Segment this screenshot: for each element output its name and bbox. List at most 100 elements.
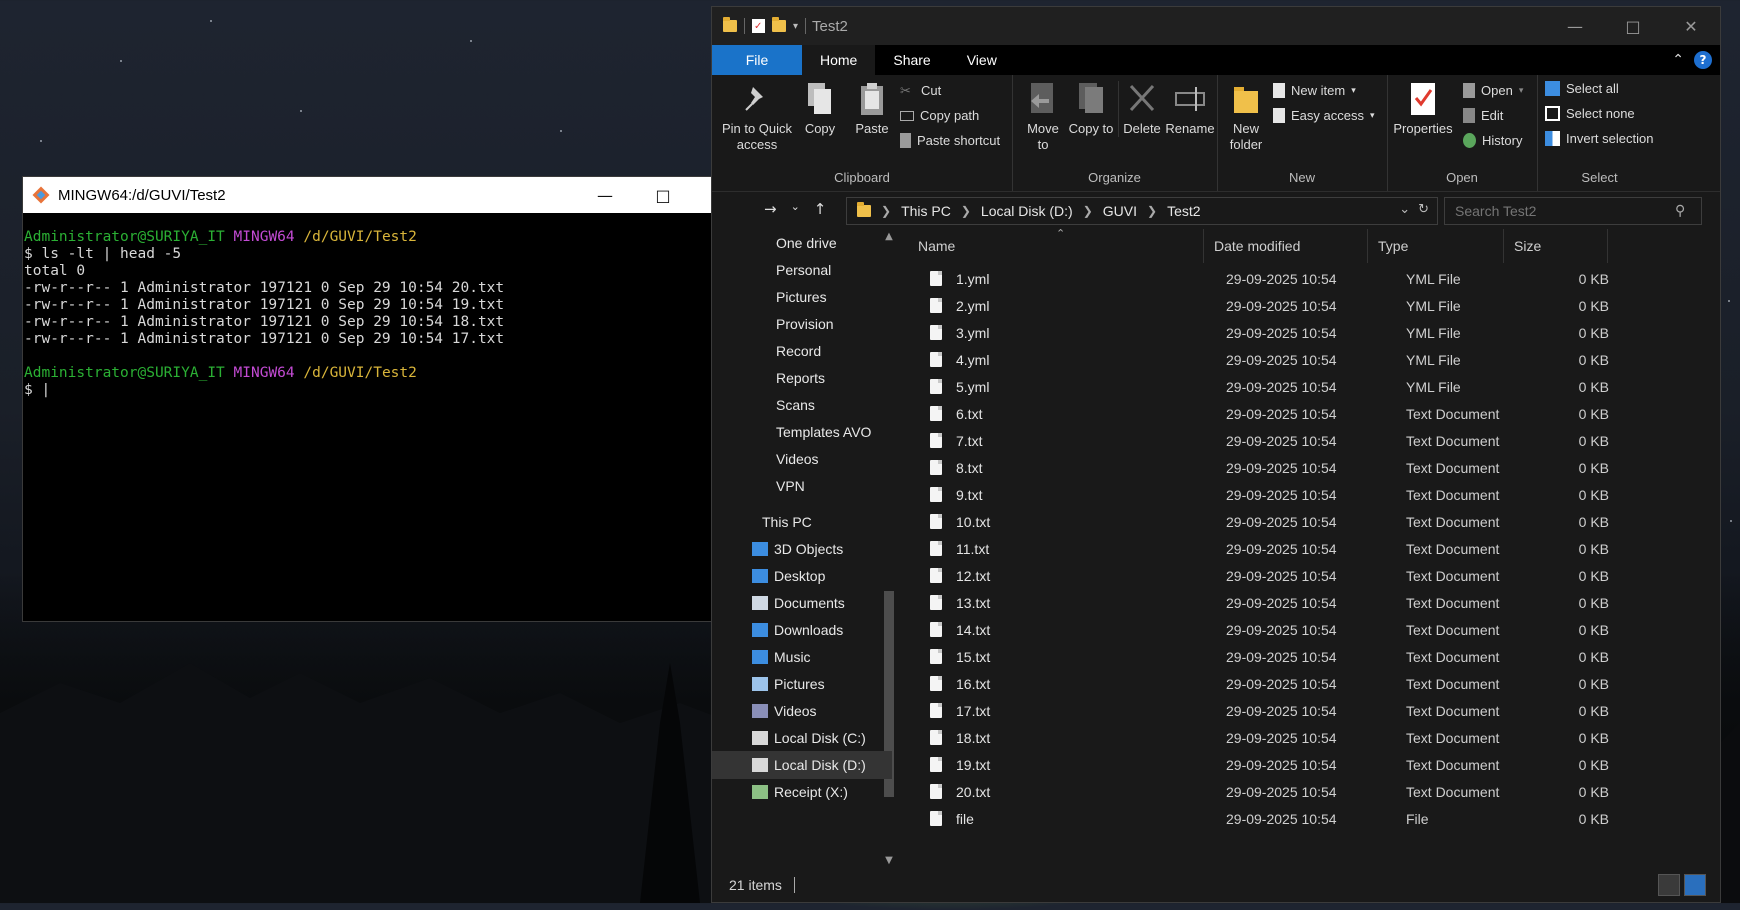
crumb-test2[interactable]: Test2 [1167, 203, 1200, 219]
table-row[interactable]: 3.yml 29-09-2025 10:54 YML File 0 KB [908, 319, 1720, 346]
explorer-titlebar[interactable]: ✓ ▾ Test2 — □ ✕ [712, 7, 1720, 45]
nav-item[interactable]: One drive [712, 229, 892, 257]
nav-item[interactable]: Provision [712, 310, 892, 338]
new-folder-quick-icon[interactable] [772, 17, 786, 32]
collapse-ribbon-icon[interactable]: ⌃ [1672, 52, 1684, 68]
table-row[interactable]: 18.txt 29-09-2025 10:54 Text Document 0 KB [908, 724, 1720, 751]
delete-button[interactable]: Delete [1118, 81, 1165, 137]
edit-button[interactable]: Edit [1463, 108, 1503, 123]
table-row[interactable]: 19.txt 29-09-2025 10:54 Text Document 0 KB [908, 751, 1720, 778]
table-row[interactable]: 13.txt 29-09-2025 10:54 Text Document 0 KB [908, 589, 1720, 616]
search-icon[interactable]: ⚲ [1675, 203, 1685, 219]
new-item-button[interactable]: New item ▾ [1273, 83, 1356, 98]
copy-to-button[interactable]: Copy to [1068, 81, 1114, 137]
table-row[interactable]: 6.txt 29-09-2025 10:54 Text Document 0 KB [908, 400, 1720, 427]
nav-item[interactable]: Desktop [712, 562, 892, 590]
easy-access-button[interactable]: Easy access ▾ [1273, 108, 1375, 123]
nav-item[interactable]: Local Disk (C:) [712, 724, 892, 752]
table-row[interactable]: 7.txt 29-09-2025 10:54 Text Document 0 KB [908, 427, 1720, 454]
nav-item[interactable]: Reports [712, 364, 892, 392]
crumb-local-disk-d[interactable]: Local Disk (D:) [981, 203, 1073, 219]
nav-item[interactable]: Local Disk (D:) [712, 751, 892, 779]
crumb-guvi[interactable]: GUVI [1103, 203, 1137, 219]
large-icons-view-icon[interactable] [1684, 874, 1706, 896]
maximize-button[interactable]: □ [1604, 7, 1662, 45]
address-dropdown-icon[interactable]: ⌄ [1399, 202, 1410, 217]
nav-item[interactable]: Pictures [712, 670, 892, 698]
address-bar[interactable]: ❯ This PC ❯ Local Disk (D:) ❯ GUVI ❯ Tes… [846, 197, 1438, 225]
tab-share[interactable]: Share [875, 45, 948, 75]
tab-file[interactable]: File [712, 45, 802, 75]
copy-button[interactable]: Copy [796, 81, 844, 137]
nav-item[interactable]: Documents [712, 589, 892, 617]
table-row[interactable]: 5.yml 29-09-2025 10:54 YML File 0 KB [908, 373, 1720, 400]
new-folder-button[interactable]: New folder [1223, 81, 1269, 153]
details-view-icon[interactable] [1658, 874, 1680, 896]
search-box[interactable]: ⚲ [1444, 197, 1702, 225]
invert-selection-button[interactable]: Invert selection [1545, 131, 1653, 146]
crumb-this-pc[interactable]: This PC [901, 203, 951, 219]
table-row[interactable]: 14.txt 29-09-2025 10:54 Text Document 0 KB [908, 616, 1720, 643]
terminal-titlebar[interactable]: MINGW64:/d/GUVI/Test2 — □ ✕ [23, 177, 750, 213]
scroll-down-icon[interactable]: ▼ [882, 855, 896, 866]
nav-item[interactable]: Music [712, 643, 892, 671]
open-button[interactable]: Open ▾ [1463, 83, 1523, 98]
nav-item[interactable]: VPN [712, 472, 892, 500]
properties-button[interactable]: Properties [1391, 81, 1455, 137]
explorer-window[interactable]: ✓ ▾ Test2 — □ ✕ File Home Share View ⌃ ?… [711, 6, 1721, 903]
table-row[interactable]: 11.txt 29-09-2025 10:54 Text Document 0 KB [908, 535, 1720, 562]
navigation-pane[interactable]: ▲ ▼ One drive Personal Pictures Provision Re… [712, 229, 908, 868]
tab-view[interactable]: View [949, 45, 1015, 75]
table-row[interactable]: 15.txt 29-09-2025 10:54 Text Document 0 KB [908, 643, 1720, 670]
table-row[interactable]: 9.txt 29-09-2025 10:54 Text Document 0 KB [908, 481, 1720, 508]
column-header-name[interactable]: Name ⌃ [908, 228, 1204, 263]
close-button[interactable]: ✕ [1662, 7, 1720, 45]
table-row[interactable]: 10.txt 29-09-2025 10:54 Text Document 0 KB [908, 508, 1720, 535]
nav-item[interactable]: Personal [712, 256, 892, 284]
pin-quick-access-button[interactable]: Pin to Quick access [720, 81, 794, 153]
cursor-prompt[interactable]: $ | [24, 382, 50, 398]
nav-item[interactable]: Record [712, 337, 892, 365]
table-row[interactable]: 8.txt 29-09-2025 10:54 Text Document 0 KB [908, 454, 1720, 481]
select-all-button[interactable]: Select all [1545, 81, 1619, 96]
refresh-icon[interactable]: ↻ [1418, 202, 1429, 217]
cut-button[interactable]: ✂ Cut [900, 83, 941, 98]
paste-shortcut-button[interactable]: Paste shortcut [900, 133, 1000, 148]
maximize-button[interactable]: □ [634, 177, 692, 213]
nav-item[interactable]: Downloads [712, 616, 892, 644]
nav-item[interactable]: Receipt (X:) [712, 778, 892, 806]
terminal-output[interactable]: Administrator@SURIYA_IT MINGW64 /d/GUVI/… [23, 213, 732, 621]
minimize-button[interactable]: — [1546, 7, 1604, 45]
table-row[interactable]: 4.yml 29-09-2025 10:54 YML File 0 KB [908, 346, 1720, 373]
paste-button[interactable]: Paste [846, 81, 898, 137]
help-icon[interactable]: ? [1694, 51, 1712, 69]
nav-item[interactable]: Videos [712, 445, 892, 473]
minimize-button[interactable]: — [576, 177, 634, 213]
customize-qa-icon[interactable]: ▾ [793, 21, 798, 32]
terminal-window[interactable]: MINGW64:/d/GUVI/Test2 — □ ✕ Administrato… [22, 176, 751, 622]
column-header-date[interactable]: Date modified [1204, 229, 1368, 263]
nav-item[interactable]: Scans [712, 391, 892, 419]
nav-item[interactable]: Templates AVO [712, 418, 892, 446]
table-row[interactable]: 20.txt 29-09-2025 10:54 Text Document 0 KB [908, 778, 1720, 805]
table-row[interactable]: 16.txt 29-09-2025 10:54 Text Document 0 KB [908, 670, 1720, 697]
nav-item[interactable]: Videos [712, 697, 892, 725]
table-row[interactable]: 1.yml 29-09-2025 10:54 YML File 0 KB [908, 265, 1720, 292]
properties-quick-icon[interactable]: ✓ [752, 19, 765, 33]
forward-icon[interactable]: → [764, 200, 777, 218]
recent-locations-icon[interactable]: ⌄ [791, 200, 800, 218]
history-button[interactable]: History [1463, 133, 1522, 148]
nav-item[interactable]: This PC [712, 508, 892, 536]
rename-button[interactable]: Rename [1164, 81, 1216, 137]
up-icon[interactable]: ↑ [814, 200, 827, 218]
select-none-button[interactable]: Select none [1545, 106, 1635, 121]
nav-item[interactable]: Pictures [712, 283, 892, 311]
column-header-type[interactable]: Type [1368, 229, 1504, 263]
table-row[interactable]: 12.txt 29-09-2025 10:54 Text Document 0 KB [908, 562, 1720, 589]
move-to-button[interactable]: Move to [1020, 81, 1066, 153]
table-row[interactable]: 2.yml 29-09-2025 10:54 YML File 0 KB [908, 292, 1720, 319]
search-input[interactable] [1445, 202, 1667, 220]
tab-home[interactable]: Home [802, 45, 876, 75]
column-header-size[interactable]: Size [1504, 229, 1608, 263]
nav-item[interactable]: 3D Objects [712, 535, 892, 563]
